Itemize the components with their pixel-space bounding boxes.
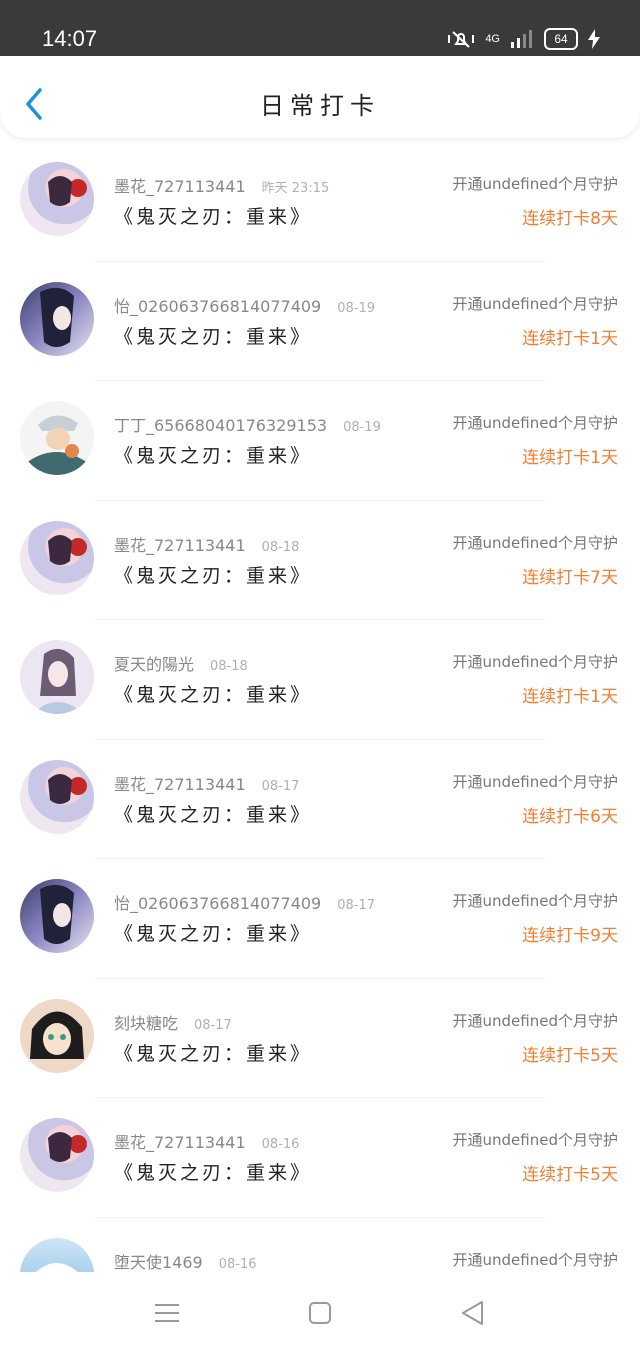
guard-info: 开通undefined个月守护 (452, 892, 618, 910)
user-info: 刻块糖吃 08-17 (114, 1010, 232, 1034)
list-item[interactable]: 怡_026063766814077409 08-19 《鬼灭之刃：重来》 开通un… (0, 262, 640, 381)
book-title[interactable]: 《鬼灭之刃：重来》 (114, 202, 312, 229)
battery-level: 64 (544, 28, 578, 50)
checkin-date: 08-17 (337, 898, 376, 913)
checkin-date: 08-18 (210, 659, 248, 674)
recent-apps-button[interactable] (152, 1298, 182, 1328)
guard-info: 开通undefined个月守护 (452, 1250, 618, 1269)
streak-count: 连续打卡8天 (522, 209, 618, 229)
square-icon (309, 1302, 331, 1324)
streak-count: 连续打卡1天 (522, 328, 618, 349)
network-type: 4G (485, 33, 500, 45)
user-info: 夏天的陽光 08-18 (114, 651, 248, 675)
user-name[interactable]: 丁丁_65668040176329153 (114, 416, 327, 435)
guard-info: 开通undefined个月守护 (452, 414, 618, 432)
book-title[interactable]: 《鬼灭之刃：重来》 (114, 680, 312, 707)
user-info: 丁丁_65668040176329153 08-19 (114, 412, 381, 436)
guard-info: 开通undefined个月守护 (452, 533, 618, 552)
book-title[interactable]: 《鬼灭之刃：重来》 (114, 441, 312, 468)
user-info: 墨花_727113441 08-16 (114, 1129, 299, 1153)
user-name[interactable]: 刻块糖吃 (114, 1014, 178, 1033)
checkin-date: 08-17 (194, 1017, 232, 1033)
status-bar: 14:07 4G 64 (0, 0, 640, 56)
avatar[interactable] (20, 640, 94, 714)
user-info: 怡_026063766814077409 08-19 (114, 293, 375, 317)
guard-info: 开通undefined个月守护 (452, 1131, 618, 1149)
checkin-date: 08-18 (261, 539, 300, 555)
book-title[interactable]: 《鬼灭之刃：重来》 (114, 1039, 312, 1066)
streak-count: 连续打卡6天 (522, 806, 618, 827)
header: 日常打卡 (0, 56, 640, 138)
home-button[interactable] (305, 1298, 335, 1328)
avatar[interactable] (20, 520, 94, 595)
guard-info: 开通undefined个月守护 (452, 653, 618, 671)
book-title[interactable]: 《鬼灭之刃：重来》 (114, 322, 312, 349)
checkin-date: 08-16 (261, 1137, 300, 1152)
avatar[interactable] (20, 1118, 94, 1192)
menu-icon (155, 1304, 179, 1322)
streak-count: 连续打卡1天 (522, 448, 618, 468)
user-info: 怡_026063766814077409 08-17 (114, 890, 375, 914)
user-info: 墨花_727113441 昨天 23:15 (114, 173, 329, 197)
signal-icon (511, 30, 532, 48)
user-name[interactable]: 墨花_727113441 (114, 1133, 246, 1152)
guard-info: 开通undefined个月守护 (452, 1011, 618, 1030)
checkin-date: 08-17 (261, 778, 300, 794)
list-item[interactable]: 怡_026063766814077409 08-17 《鬼灭之刃：重来》 开通un… (0, 859, 640, 979)
user-name[interactable]: 墨花_727113441 (114, 536, 246, 555)
user-name[interactable]: 夏天的陽光 (114, 655, 194, 674)
list-item[interactable]: 墨花_727113441 昨天 23:15 《鬼灭之刃：重来》 开通undefin… (0, 142, 640, 262)
streak-count: 连续打卡7天 (522, 567, 618, 588)
guard-info: 开通undefined个月守护 (452, 294, 618, 313)
book-title[interactable]: 《鬼灭之刃：重来》 (114, 919, 312, 946)
user-name[interactable]: 怡_026063766814077409 (114, 894, 321, 913)
guard-info: 开通undefined个月守护 (452, 772, 618, 791)
status-icons: 4G 64 (447, 28, 600, 50)
checkin-date: 昨天 23:15 (261, 181, 330, 196)
avatar[interactable] (20, 401, 94, 475)
streak-count: 连续打卡5天 (522, 1045, 618, 1066)
avatar[interactable] (20, 1237, 94, 1272)
user-info: 墨花_727113441 08-18 (114, 532, 299, 556)
book-title[interactable]: 《鬼灭之刃：重来》 (114, 561, 312, 588)
list-item[interactable]: 刻块糖吃 08-17 《鬼灭之刃：重来》 开通undefined个月守护 连续打卡… (0, 979, 640, 1098)
back-nav-button[interactable] (458, 1298, 488, 1328)
avatar[interactable] (20, 162, 94, 236)
avatar[interactable] (20, 759, 94, 834)
list-item[interactable]: 墨花_727113441 08-16 《鬼灭之刃：重来》 开通undefined个… (0, 1098, 640, 1218)
list-item[interactable]: 夏天的陽光 08-18 《鬼灭之刃：重来》 开通undefined个月守护 连续打… (0, 620, 640, 740)
streak-count: 连续打卡9天 (522, 926, 618, 946)
list-item[interactable]: 堕天使1469 08-16 开通undefined个月守护 (0, 1218, 640, 1273)
streak-count: 连续打卡1天 (522, 687, 618, 707)
user-info: 堕天使1469 08-16 (114, 1249, 257, 1273)
avatar[interactable] (20, 998, 94, 1073)
page-title: 日常打卡 (260, 92, 380, 120)
checkin-date: 08-16 (218, 1256, 257, 1272)
checkin-date: 08-19 (337, 300, 376, 316)
system-nav-bar (0, 1272, 640, 1351)
avatar[interactable] (20, 879, 94, 953)
streak-count: 连续打卡5天 (522, 1165, 618, 1185)
status-time: 14:07 (42, 26, 98, 51)
checkin-list[interactable]: 墨花_727113441 昨天 23:15 《鬼灭之刃：重来》 开通undefin… (0, 142, 640, 1272)
list-item[interactable]: 丁丁_65668040176329153 08-19 《鬼灭之刃：重来》 开通un… (0, 381, 640, 501)
list-item[interactable]: 墨花_727113441 08-17 《鬼灭之刃：重来》 开通undefined个… (0, 740, 640, 859)
avatar[interactable] (20, 281, 94, 356)
guard-info: 开通undefined个月守护 (452, 175, 618, 193)
triangle-back-icon (462, 1301, 483, 1325)
user-name[interactable]: 堕天使1469 (114, 1253, 203, 1272)
user-name[interactable]: 墨花_727113441 (114, 177, 246, 196)
checkin-date: 08-19 (343, 420, 381, 435)
list-item[interactable]: 墨花_727113441 08-18 《鬼灭之刃：重来》 开通undefined个… (0, 501, 640, 620)
user-name[interactable]: 墨花_727113441 (114, 775, 246, 794)
mute-vibrate-icon (448, 31, 475, 48)
user-info: 墨花_727113441 08-17 (114, 771, 299, 795)
book-title[interactable]: 《鬼灭之刃：重来》 (114, 800, 312, 827)
charging-icon (588, 29, 600, 49)
user-name[interactable]: 怡_026063766814077409 (114, 297, 321, 316)
book-title[interactable]: 《鬼灭之刃：重来》 (114, 1158, 312, 1185)
